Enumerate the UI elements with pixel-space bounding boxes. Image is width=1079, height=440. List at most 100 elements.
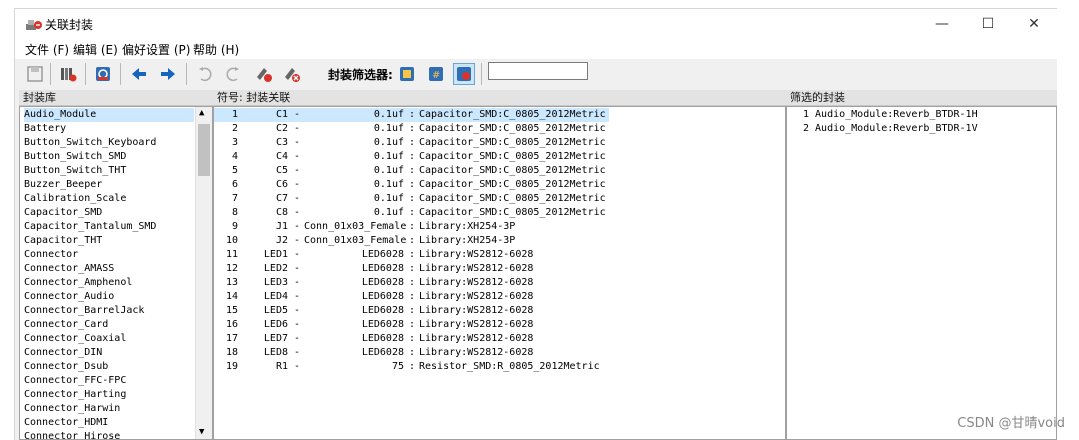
symbol-row[interactable]: 5 C5- 0.1uf: Capacitor_SMD:C_0805_2012Metri… — [214, 164, 609, 178]
watermark: CSDN @甘晴void — [957, 416, 1065, 431]
symbol-row[interactable]: 8 C8- 0.1uf: Capacitor_SMD:C_0805_2012Metri… — [214, 206, 609, 220]
scrollbar-thumb[interactable] — [198, 124, 210, 176]
menu-file[interactable]: 文件 (F) — [25, 41, 69, 58]
library-item[interactable]: Connector_DIN — [24, 346, 194, 360]
row-number: 7 — [231, 193, 238, 204]
ref-separator: - — [294, 123, 301, 134]
library-item[interactable]: Connector_Audio — [24, 290, 194, 304]
ref-separator: - — [294, 109, 301, 120]
filtered-footprint-item[interactable]: 1 Audio_Module:Reverb_BTDR-1H — [803, 108, 978, 122]
library-item[interactable]: Connector_Amphenol — [24, 276, 194, 290]
library-list[interactable]: ▲ ▼ Audio_Module Battery Button_Switch_Key… — [19, 106, 213, 440]
window-title: 关联封装 — [45, 18, 94, 32]
footprint-separator: : — [409, 333, 416, 344]
row-number: 2 — [231, 123, 238, 134]
symbol-row[interactable]: 19 R1- 75: Resistor_SMD:R_0805_2012Metric — [214, 360, 609, 374]
library-item[interactable]: Connector — [24, 248, 194, 262]
library-item[interactable]: Connector_Coaxial — [24, 332, 194, 346]
filtered-footprint-list[interactable]: 1 Audio_Module:Reverb_BTDR-1H 2 Audio_Mod… — [786, 106, 1057, 440]
delete-assoc-button[interactable] — [281, 63, 303, 85]
symbol-row[interactable]: 14 LED4- LED6028: Library:WS2812-6028 — [214, 290, 609, 304]
menu-help[interactable]: 帮助 (H) — [193, 41, 239, 58]
view-footprint-button[interactable] — [92, 63, 114, 85]
symbol-row[interactable]: 6 C6- 0.1uf: Capacitor_SMD:C_0805_2012Metri… — [214, 178, 609, 192]
symbol-row[interactable]: 3 C3- 0.1uf: Capacitor_SMD:C_0805_2012Metri… — [214, 136, 609, 150]
symbol-value: Conn_01x03_Female — [304, 221, 407, 232]
footprint-name: Capacitor_SMD:C_0805_2012Metric — [419, 207, 606, 218]
refresh-icon — [96, 67, 110, 81]
undo-icon — [199, 67, 212, 82]
maximize-button[interactable]: ☐ — [965, 9, 1011, 39]
symbol-row[interactable]: 16 LED6- LED6028: Library:WS2812-6028 — [214, 318, 609, 332]
maximize-icon: ☐ — [981, 16, 995, 32]
library-item[interactable]: Button_Switch_Keyboard — [24, 136, 194, 150]
footprint-name: Library:WS2812-6028 — [419, 263, 534, 274]
filter-text-input[interactable] — [488, 62, 588, 80]
library-item[interactable]: Calibration_Scale — [24, 192, 194, 206]
footprint-separator: : — [409, 305, 416, 316]
library-item[interactable]: Connector_Dsub — [24, 360, 194, 374]
ref-designator: J1 — [275, 221, 288, 232]
footprint-separator: : — [409, 235, 416, 246]
menu-preferences[interactable]: 偏好设置 (P) — [122, 41, 190, 58]
library-item[interactable]: Battery — [24, 122, 194, 136]
library-item[interactable]: Button_Switch_SMD — [24, 150, 194, 164]
library-item[interactable]: Connector_BarrelJack — [24, 304, 194, 318]
symbol-row[interactable]: 17 LED7- LED6028: Library:WS2812-6028 — [214, 332, 609, 346]
footprint-separator: : — [409, 151, 416, 162]
symbol-value: Conn_01x03_Female — [304, 235, 407, 246]
minimize-button[interactable]: — — [919, 9, 965, 39]
filter-label: 封装筛选器: — [328, 68, 393, 82]
auto-assign-button[interactable] — [253, 63, 275, 85]
library-item[interactable]: Capacitor_THT — [24, 234, 194, 248]
library-item[interactable]: Connector_Harwin — [24, 402, 194, 416]
symbol-row[interactable]: 1 C1- 0.1uf: Capacitor_SMD:C_0805_2012Metri… — [214, 108, 609, 122]
library-item[interactable]: Connector_FFC-FPC — [24, 374, 194, 388]
filter-keyword-button[interactable] — [396, 63, 418, 85]
library-item[interactable]: Buzzer_Beeper — [24, 178, 194, 192]
library-icon — [61, 68, 77, 82]
filtered-footprint-item[interactable]: 2 Audio_Module:Reverb_BTDR-1V — [803, 122, 978, 136]
ref-designator: C7 — [275, 193, 288, 204]
footprint-separator: : — [409, 221, 416, 232]
library-scrollbar[interactable]: ▲ ▼ — [195, 107, 212, 439]
symbol-row[interactable]: 10 J2- Conn_01x03_Female: Library:XH254-3P — [214, 234, 609, 248]
ref-designator: C3 — [275, 137, 288, 148]
redo-button[interactable] — [222, 63, 244, 85]
undo-button[interactable] — [194, 63, 216, 85]
row-number: 8 — [231, 207, 238, 218]
library-item[interactable]: Connector_Card — [24, 318, 194, 332]
symbol-row[interactable]: 4 C4- 0.1uf: Capacitor_SMD:C_0805_2012Metri… — [214, 150, 609, 164]
filter-library-button[interactable] — [453, 63, 475, 85]
symbol-row[interactable]: 12 LED2- LED6028: Library:WS2812-6028 — [214, 262, 609, 276]
close-button[interactable]: ✕ — [1011, 9, 1057, 39]
footprint-name: Library:WS2812-6028 — [419, 333, 534, 344]
previous-unassigned-button[interactable] — [128, 63, 150, 85]
symbol-assoc-list[interactable]: 1 C1-0.1uf: Capacitor_SMD:C_0805_2012Metri… — [213, 106, 786, 440]
symbol-row[interactable]: 18 LED8- LED6028: Library:WS2812-6028 — [214, 346, 609, 360]
footprint-separator: : — [409, 207, 416, 218]
library-item[interactable]: Audio_Module — [24, 108, 194, 122]
row-number: 19 — [225, 361, 238, 372]
library-item[interactable]: Button_Switch_THT — [24, 164, 194, 178]
symbol-row[interactable]: 2 C2- 0.1uf: Capacitor_SMD:C_0805_2012Metri… — [214, 122, 609, 136]
auto-assign-icon — [257, 68, 272, 82]
library-item[interactable]: Capacitor_SMD — [24, 206, 194, 220]
next-unassigned-button[interactable] — [157, 63, 179, 85]
symbol-row[interactable]: 7 C7- 0.1uf: Capacitor_SMD:C_0805_2012Metri… — [214, 192, 609, 206]
menu-edit[interactable]: 编辑 (E) — [73, 41, 118, 58]
library-table-button[interactable] — [57, 63, 79, 85]
symbol-row[interactable]: 15 LED5- LED6028: Library:WS2812-6028 — [214, 304, 609, 318]
library-item[interactable]: Connector_AMASS — [24, 262, 194, 276]
save-button[interactable] — [24, 63, 46, 85]
library-item[interactable]: Connector_Harting — [24, 388, 194, 402]
filter-pin-count-button[interactable]: # — [425, 63, 447, 85]
footprint-separator: : — [409, 165, 416, 176]
symbol-row[interactable]: 9 J1- Conn_01x03_Female: Library:XH254-3P — [214, 220, 609, 234]
ref-separator: - — [294, 277, 301, 288]
library-item[interactable]: Capacitor_Tantalum_SMD — [24, 220, 194, 234]
ref-designator: C8 — [275, 207, 288, 218]
library-item[interactable]: Connector_HDMI — [24, 416, 194, 430]
symbol-row[interactable]: 11 LED1- LED6028: Library:WS2812-6028 — [214, 248, 609, 262]
symbol-row[interactable]: 13 LED3- LED6028: Library:WS2812-6028 — [214, 276, 609, 290]
